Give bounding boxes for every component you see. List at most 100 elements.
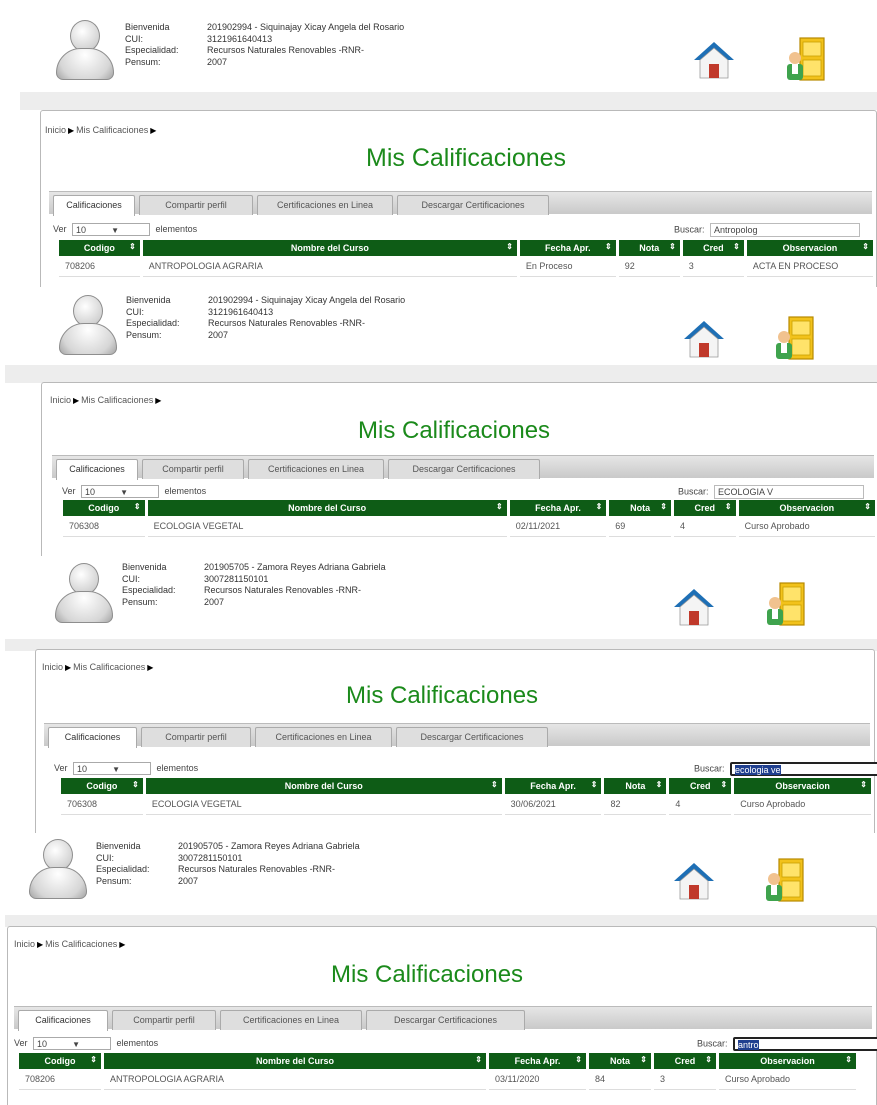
- tab-calificaciones[interactable]: Calificaciones: [53, 195, 135, 216]
- tab-compartir-perfil[interactable]: Compartir perfil: [139, 195, 253, 215]
- page-length-select[interactable]: 10 ▼: [73, 762, 152, 775]
- sort-icon: ⇕: [640, 1055, 647, 1064]
- column-header-observacion[interactable]: Observacion ⇕: [719, 1053, 856, 1069]
- tab-bar: Calificaciones Compartir perfil Certific…: [14, 1006, 872, 1031]
- exit-door-icon[interactable]: [782, 36, 828, 84]
- breadcrumb-arrow-icon: ▶: [65, 663, 72, 672]
- home-icon[interactable]: [692, 38, 736, 82]
- column-header-fecha[interactable]: Fecha Apr. ⇕: [509, 500, 607, 516]
- tab-compartir-perfil[interactable]: Compartir perfil: [141, 727, 251, 747]
- cell-cred: 4: [669, 794, 732, 815]
- main-content: Inicio ▶ Mis Calificaciones ▶ Mis Calificac…: [35, 649, 877, 833]
- tab-descargar-certificaciones[interactable]: Descargar Certificaciones: [388, 459, 540, 479]
- column-header-nota[interactable]: Nota ⇕: [589, 1053, 651, 1069]
- search-input[interactable]: ecologia ve: [730, 762, 877, 776]
- column-header-observacion[interactable]: Observacion ⇕: [738, 500, 875, 516]
- user-header: Bienvenida 201905705 - Zamora Reyes Adria…: [5, 557, 877, 639]
- tab-certificaciones-linea[interactable]: Certificaciones en Linea: [220, 1010, 362, 1030]
- breadcrumb-current[interactable]: Mis Calificaciones: [45, 939, 117, 949]
- column-header-cred[interactable]: Cred ⇕: [669, 778, 732, 794]
- tab-descargar-certificaciones[interactable]: Descargar Certificaciones: [366, 1010, 525, 1030]
- page-length-select[interactable]: 10 ▼: [33, 1037, 112, 1050]
- breadcrumb-arrow-icon: ▶: [68, 126, 75, 135]
- column-header-codigo[interactable]: Codigo ⇕: [63, 500, 145, 516]
- breadcrumb-arrow-icon: ▶: [119, 940, 126, 949]
- column-header-nombre[interactable]: Nombre del Curso ⇕: [142, 240, 517, 256]
- column-header-observacion[interactable]: Observacion ⇕: [734, 778, 871, 794]
- cell-observacion: Curso Aprobado: [738, 516, 875, 537]
- tab-bar: Calificaciones Compartir perfil Certific…: [49, 191, 872, 216]
- column-header-fecha[interactable]: Fecha Apr. ⇕: [504, 778, 602, 794]
- column-header-nota[interactable]: Nota ⇕: [604, 778, 667, 794]
- page-length-select[interactable]: 10 ▼: [72, 223, 151, 236]
- chevron-down-icon: ▼: [111, 226, 120, 235]
- tab-certificaciones-linea[interactable]: Certificaciones en Linea: [257, 195, 393, 215]
- tab-calificaciones[interactable]: Calificaciones: [48, 727, 137, 748]
- home-icon[interactable]: [672, 585, 716, 629]
- search-input[interactable]: Antropolog: [710, 223, 861, 237]
- cell-curso: ECOLOGIA VEGETAL: [145, 794, 502, 815]
- cell-codigo: 706308: [61, 794, 143, 815]
- chevron-down-icon: ▼: [112, 765, 121, 774]
- specialty-value: Recursos Naturales Renovables -RNR-: [207, 45, 365, 55]
- exit-door-icon[interactable]: [761, 857, 807, 905]
- label-pensum: Pensum:: [125, 56, 161, 67]
- tab-certificaciones-linea[interactable]: Certificaciones en Linea: [255, 727, 392, 747]
- column-header-nombre[interactable]: Nombre del Curso ⇕: [145, 778, 502, 794]
- column-header-cred[interactable]: Cred ⇕: [682, 240, 744, 256]
- main-content: Inicio ▶ Mis Calificaciones ▶ Mis Calificac…: [41, 382, 877, 556]
- label-especialidad: Especialidad:: [96, 864, 150, 874]
- sort-icon: ⇕: [90, 1055, 97, 1064]
- cell-cred: 4: [673, 516, 736, 537]
- exit-door-icon[interactable]: [771, 315, 817, 363]
- column-header-cred[interactable]: Cred ⇕: [654, 1053, 716, 1069]
- breadcrumb-home-link[interactable]: Inicio: [14, 939, 35, 949]
- breadcrumb-home-link[interactable]: Inicio: [45, 125, 66, 135]
- column-header-nombre[interactable]: Nombre del Curso ⇕: [147, 500, 507, 516]
- tab-bar: Calificaciones Compartir perfil Certific…: [44, 723, 870, 748]
- sort-icon: ⇕: [595, 502, 603, 511]
- label-especialidad: Especialidad:: [126, 318, 180, 328]
- column-header-codigo[interactable]: Codigo ⇕: [19, 1053, 101, 1069]
- column-header-codigo[interactable]: Codigo ⇕: [61, 778, 143, 794]
- buscar-label: Buscar:: [694, 763, 725, 774]
- sort-icon: ⇕: [862, 242, 869, 251]
- tab-descargar-certificaciones[interactable]: Descargar Certificaciones: [396, 727, 548, 747]
- breadcrumb-current[interactable]: Mis Calificaciones: [76, 125, 148, 135]
- tab-compartir-perfil[interactable]: Compartir perfil: [112, 1010, 216, 1030]
- column-header-cred[interactable]: Cred ⇕: [673, 500, 736, 516]
- tab-certificaciones-linea[interactable]: Certificaciones en Linea: [248, 459, 384, 479]
- header-separator: [5, 365, 877, 383]
- column-header-nota[interactable]: Nota ⇕: [618, 240, 680, 256]
- tab-descargar-certificaciones[interactable]: Descargar Certificaciones: [397, 195, 549, 215]
- page-length-select[interactable]: 10 ▼: [81, 485, 160, 498]
- tab-calificaciones[interactable]: Calificaciones: [56, 459, 138, 480]
- search-input[interactable]: antro: [733, 1037, 877, 1051]
- breadcrumb-home-link[interactable]: Inicio: [42, 662, 63, 672]
- exit-door-icon[interactable]: [762, 581, 808, 629]
- search-input[interactable]: ECOLOGIA V: [714, 485, 865, 499]
- tab-calificaciones[interactable]: Calificaciones: [18, 1010, 108, 1031]
- column-label: Codigo: [44, 1056, 76, 1066]
- breadcrumb-current[interactable]: Mis Calificaciones: [81, 395, 153, 405]
- column-header-fecha[interactable]: Fecha Apr. ⇕: [519, 240, 616, 256]
- tab-compartir-perfil[interactable]: Compartir perfil: [142, 459, 244, 479]
- breadcrumb-home-link[interactable]: Inicio: [50, 395, 71, 405]
- sort-icon: ⇕: [860, 780, 867, 789]
- column-header-nota[interactable]: Nota ⇕: [609, 500, 671, 516]
- column-label: Nota: [625, 781, 646, 791]
- grades-table: Codigo ⇕ Nombre del Curso ⇕ Fecha Apr. ⇕ No…: [58, 778, 874, 815]
- column-header-nombre[interactable]: Nombre del Curso ⇕: [104, 1053, 486, 1069]
- label-pensum: Pensum:: [122, 596, 158, 607]
- page-length-control: Ver 10 ▼ elementos: [62, 485, 206, 498]
- breadcrumb-current[interactable]: Mis Calificaciones: [73, 662, 145, 672]
- pensum-value: 2007: [178, 875, 199, 886]
- home-icon[interactable]: [682, 317, 726, 361]
- column-label: Nombre del Curso: [284, 781, 363, 791]
- column-header-fecha[interactable]: Fecha Apr. ⇕: [489, 1053, 586, 1069]
- column-header-codigo[interactable]: Codigo ⇕: [59, 240, 140, 256]
- column-header-observacion[interactable]: Observacion ⇕: [746, 240, 873, 256]
- column-label: Nota: [639, 243, 660, 253]
- cell-cred: 3: [682, 256, 744, 277]
- home-icon[interactable]: [672, 859, 716, 903]
